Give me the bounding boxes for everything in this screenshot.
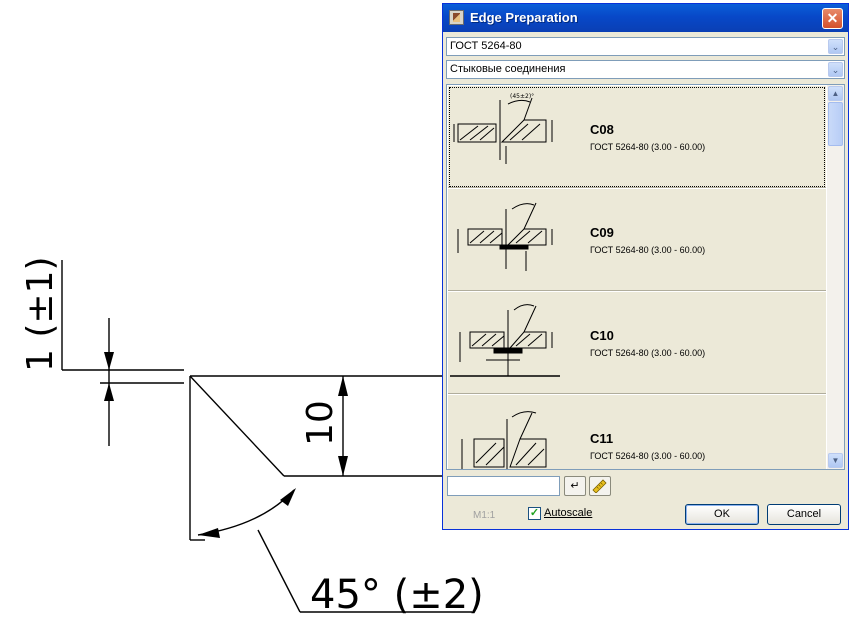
joint-description: ГОСТ 5264-80 (3.00 - 60.00) — [590, 245, 706, 255]
dialog-title: Edge Preparation — [470, 10, 578, 25]
joint-description: ГОСТ 5264-80 (3.00 - 60.00) — [590, 348, 706, 358]
chevron-down-icon[interactable]: ⌄ — [828, 62, 843, 77]
joint-c08-thumbnail: (45±2)° — [453, 93, 553, 164]
thumbnail-angle-label: (45±2)° — [510, 93, 534, 100]
cancel-button[interactable]: Cancel — [767, 504, 841, 525]
arrowhead — [198, 528, 220, 538]
ruler-icon — [592, 479, 607, 494]
joint-c11-thumbnail — [461, 411, 547, 469]
joint-description: ГОСТ 5264-80 (3.00 - 60.00) — [590, 451, 706, 461]
joint-list[interactable]: (45±2)° C08 ГОСТ 5264-80 (3.00 - 60.00) — [446, 84, 845, 470]
ok-button[interactable]: OK — [685, 504, 759, 525]
angle-leader-line — [257, 529, 301, 613]
joint-type-select[interactable]: Стыковые соединения ⌄ — [446, 60, 845, 79]
standard-select-value: ГОСТ 5264-80 — [450, 40, 522, 52]
joint-code: C11 — [590, 431, 614, 446]
scale-label: M1:1 — [473, 510, 496, 521]
close-button[interactable]: ✕ — [822, 8, 843, 29]
joint-code: C08 — [590, 122, 614, 137]
chevron-down-icon[interactable]: ⌄ — [828, 39, 843, 54]
joint-c10-thumbnail — [450, 304, 560, 377]
autoscale-label[interactable]: Autoscale — [544, 507, 592, 519]
list-scrollbar[interactable]: ▲ ▼ — [827, 85, 844, 469]
autoscale-checkbox[interactable]: ✓ — [528, 507, 541, 520]
joint-code: C09 — [590, 225, 614, 240]
list-item-c10[interactable]: C10 ГОСТ 5264-80 (3.00 - 60.00) — [448, 292, 826, 394]
list-item-c09[interactable]: C09 ГОСТ 5264-80 (3.00 - 60.00) — [448, 189, 826, 291]
angle-arc — [197, 489, 295, 536]
arrowhead — [338, 376, 348, 396]
edge-preparation-dialog: Edge Preparation ✕ ГОСТ 5264-80 ⌄ Стыков… — [442, 3, 849, 530]
arrowhead — [280, 488, 296, 506]
standard-select[interactable]: ГОСТ 5264-80 ⌄ — [446, 37, 845, 56]
list-item-c08[interactable]: (45±2)° C08 ГОСТ 5264-80 (3.00 - 60.00) — [448, 86, 826, 188]
bevel-line — [189, 375, 285, 477]
joint-description: ГОСТ 5264-80 (3.00 - 60.00) — [590, 142, 706, 152]
scrollbar-thumb[interactable] — [828, 102, 843, 146]
height-dimension-text: 10 — [300, 400, 341, 446]
list-item-c11[interactable]: C11 ГОСТ 5264-80 (3.00 - 60.00) — [448, 395, 826, 469]
joint-type-select-value: Стыковые соединения — [450, 63, 566, 75]
arrowhead — [104, 352, 114, 370]
app-icon — [449, 10, 464, 25]
measure-button[interactable] — [589, 476, 611, 496]
arrowhead — [338, 456, 348, 476]
arrowhead — [104, 383, 114, 401]
enter-button[interactable]: ↵ — [564, 476, 586, 496]
angle-dimension-text: 45° (±2) — [310, 572, 484, 618]
scroll-down-button[interactable]: ▼ — [828, 453, 843, 468]
scroll-up-button[interactable]: ▲ — [828, 86, 843, 101]
dialog-titlebar[interactable]: Edge Preparation ✕ — [443, 4, 848, 32]
joint-code: C10 — [590, 328, 614, 343]
gap-dimension-text: 1 (±1) — [20, 256, 61, 372]
joint-c09-thumbnail — [457, 202, 553, 271]
value-input[interactable] — [447, 476, 560, 496]
